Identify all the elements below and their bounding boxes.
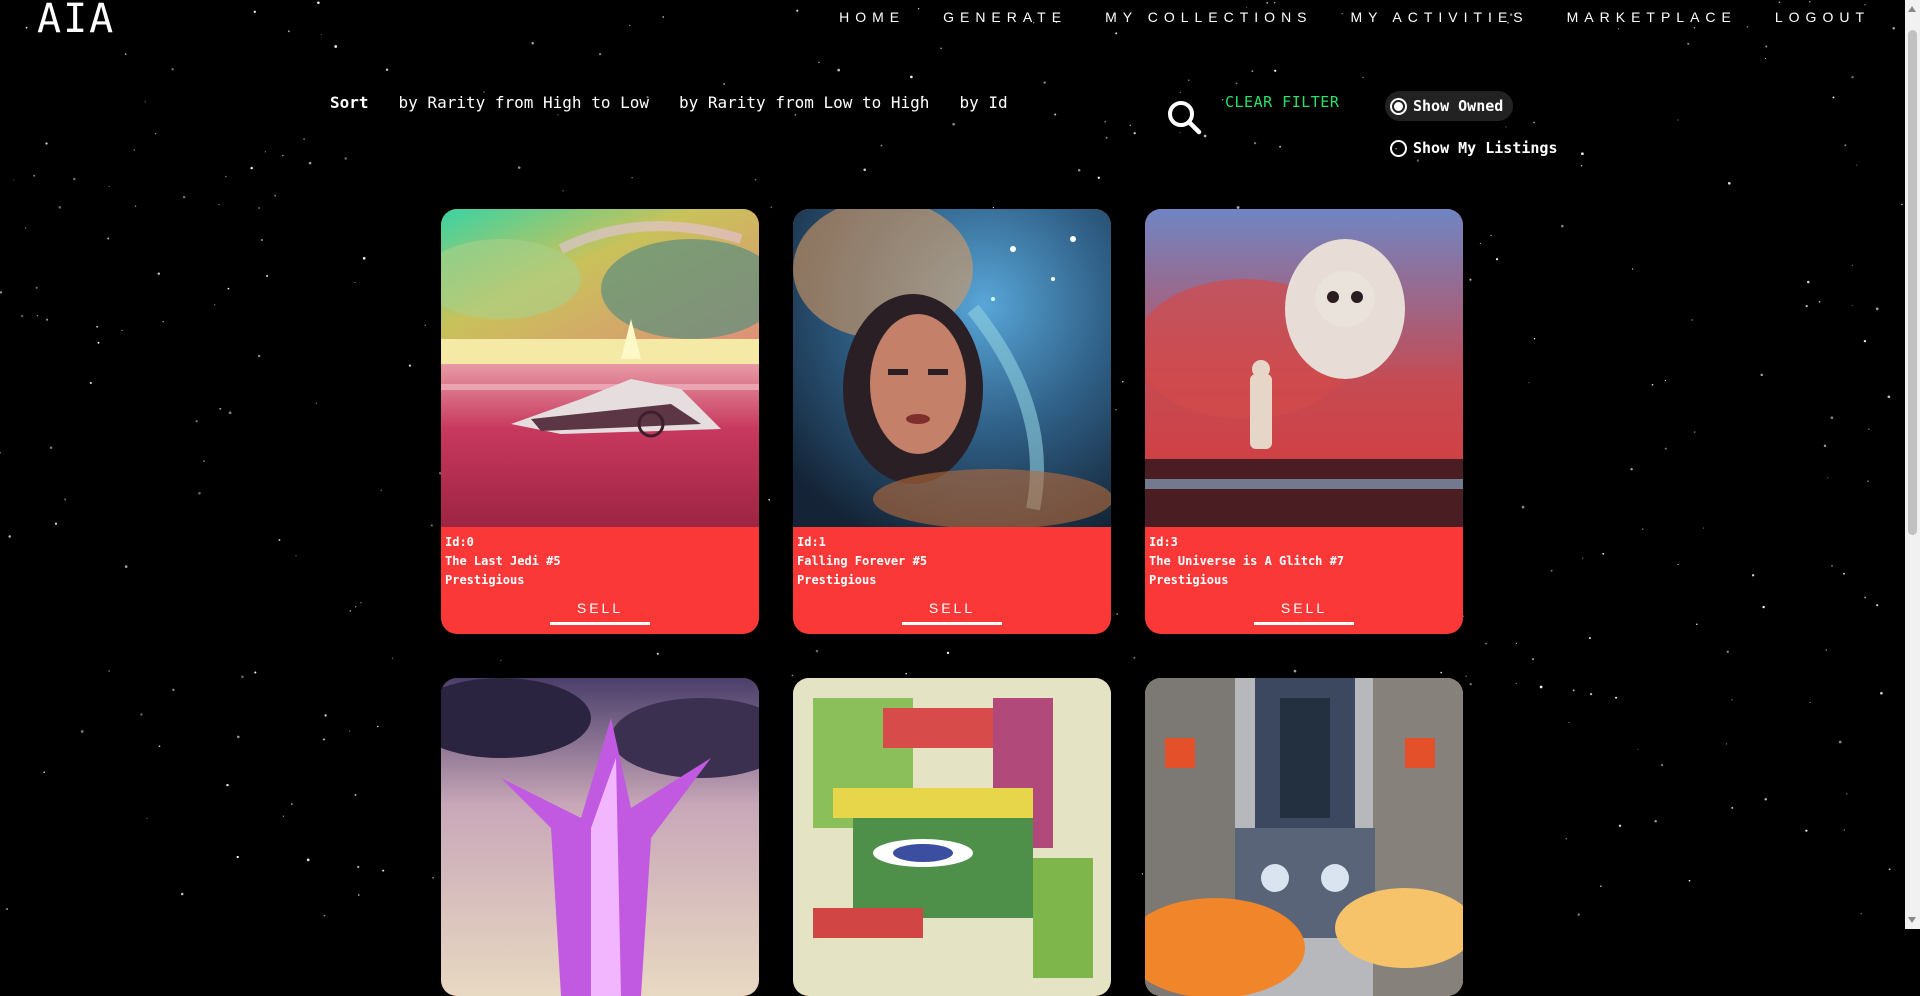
sort-rarity-low-high[interactable]: by Rarity from Low to High	[679, 93, 929, 112]
nav-home[interactable]: HOME	[839, 9, 905, 25]
nft-card[interactable]	[441, 678, 759, 996]
show-my-listings-label: Show My Listings	[1413, 139, 1558, 157]
sort-by-id[interactable]: by Id	[959, 93, 1007, 112]
clear-filter-button[interactable]: CLEAR FILTER	[1225, 93, 1339, 111]
nav-logout[interactable]: LOGOUT	[1775, 9, 1870, 25]
artwork-image	[441, 209, 759, 527]
search-icon[interactable]	[1166, 99, 1204, 137]
card-title: The Universe is A Glitch #7	[1149, 554, 1345, 568]
sell-button[interactable]: SELL	[550, 600, 650, 625]
scroll-up-icon[interactable]	[1908, 6, 1916, 12]
card-title: Falling Forever #5	[797, 554, 928, 568]
artwork-image	[1145, 209, 1463, 527]
radio-selected-icon	[1390, 97, 1407, 115]
main-nav: HOME GENERATE MY COLLECTIONS MY ACTIVITI…	[801, 9, 1870, 25]
nav-my-activities[interactable]: MY ACTIVITIES	[1351, 9, 1529, 25]
card-rarity: Prestigious	[797, 573, 877, 587]
card-title: The Last Jedi #5	[445, 554, 561, 568]
nav-my-collections[interactable]: MY COLLECTIONS	[1105, 9, 1312, 25]
nft-card[interactable]: Id:1 Falling Forever #5 Prestigious SELL	[793, 209, 1111, 634]
nav-generate[interactable]: GENERATE	[943, 9, 1067, 25]
nft-card[interactable]: Id:0 The Last Jedi #5 Prestigious SELL	[441, 209, 759, 634]
artwork-image	[1145, 678, 1463, 996]
show-my-listings-toggle[interactable]: Show My Listings	[1390, 139, 1558, 157]
show-owned-toggle[interactable]: Show Owned	[1385, 91, 1514, 121]
sort-bar: Sort by Rarity from High to Low by Rarit…	[330, 93, 1038, 112]
show-owned-label: Show Owned	[1413, 97, 1504, 115]
nft-card[interactable]	[793, 678, 1111, 996]
card-id: Id:3	[1149, 535, 1178, 549]
artwork-image	[441, 678, 759, 996]
nft-card[interactable]	[1145, 678, 1463, 996]
radio-unselected-icon	[1390, 139, 1407, 157]
artwork-image	[793, 209, 1111, 527]
card-info: Id:1 Falling Forever #5 Prestigious	[793, 527, 1111, 590]
scroll-down-icon[interactable]	[1908, 917, 1916, 923]
artwork-image	[793, 678, 1111, 996]
brand-logo[interactable]: AIA	[37, 0, 115, 42]
card-info: Id:3 The Universe is A Glitch #7 Prestig…	[1145, 527, 1463, 590]
nft-card[interactable]: Id:3 The Universe is A Glitch #7 Prestig…	[1145, 209, 1463, 634]
nav-marketplace[interactable]: MARKETPLACE	[1567, 9, 1737, 25]
sort-label: Sort	[330, 93, 369, 112]
sort-rarity-high-low[interactable]: by Rarity from High to Low	[399, 93, 649, 112]
scrollbar-thumb[interactable]	[1908, 30, 1917, 535]
card-id: Id:1	[797, 535, 826, 549]
sell-button[interactable]: SELL	[902, 600, 1002, 625]
card-rarity: Prestigious	[1149, 573, 1229, 587]
sell-button[interactable]: SELL	[1254, 600, 1354, 625]
vertical-scrollbar[interactable]	[1905, 0, 1920, 929]
card-rarity: Prestigious	[445, 573, 525, 587]
card-id: Id:0	[445, 535, 474, 549]
card-info: Id:0 The Last Jedi #5 Prestigious	[441, 527, 759, 590]
